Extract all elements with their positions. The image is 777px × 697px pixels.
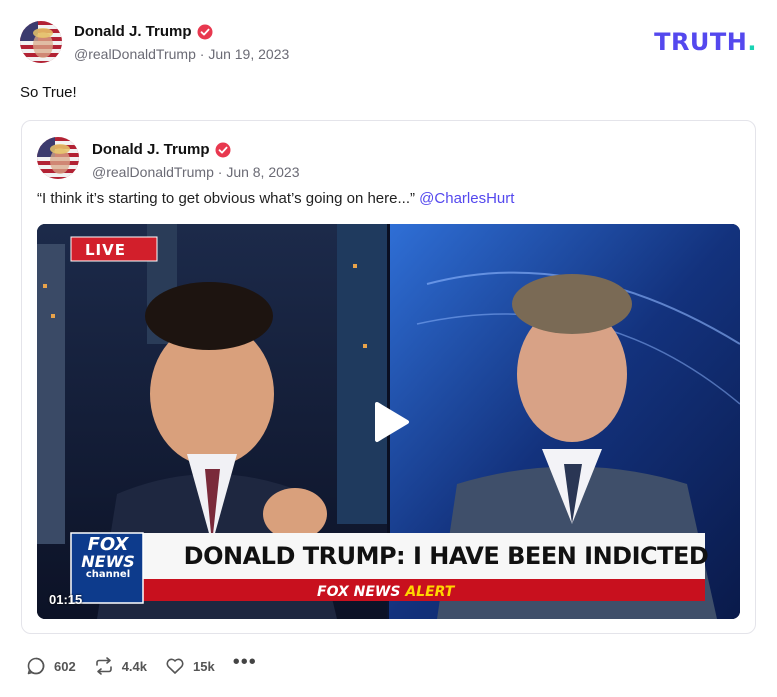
author-name[interactable]: Donald J. Trump <box>74 23 192 40</box>
reply-count: 602 <box>54 658 76 674</box>
alert-word: ALERT <box>405 584 455 600</box>
author-handle[interactable]: @realDonaldTrump <box>74 46 196 62</box>
flag-avatar-icon <box>37 137 79 179</box>
quoted-author-handle[interactable]: @realDonaldTrump <box>92 164 214 180</box>
post-header: Donald J. Trump @realDonaldTrump · Jun 1… <box>20 20 760 66</box>
truth-logo[interactable]: TRUTH. <box>654 28 757 56</box>
verified-badge-icon <box>215 142 231 157</box>
post-meta: @realDonaldTrump · Jun 19, 2023 <box>74 46 289 62</box>
video-alert-bar: FOX NEWS ALERT <box>317 584 454 600</box>
network-logo-line-2: NEWS <box>81 552 135 571</box>
meta-separator: · <box>195 46 209 62</box>
post-actions: 602 4.4k 15k ••• <box>26 652 275 678</box>
truth-post: Donald J. Trump @realDonaldTrump · Jun 1… <box>0 0 777 697</box>
live-badge: LIVE <box>85 241 126 259</box>
more-icon: ••• <box>232 651 257 673</box>
quoted-post-date[interactable]: Jun 8, 2023 <box>226 164 299 180</box>
video-duration: 01:15 <box>49 592 83 607</box>
post-text: So True! <box>20 84 77 101</box>
meta-separator: · <box>213 164 227 180</box>
play-icon[interactable] <box>371 400 411 444</box>
retruth-count: 4.4k <box>121 658 148 674</box>
quoted-post-header: Donald J. Trump @realDonaldTrump · Jun 8… <box>37 137 737 183</box>
quoted-post-text: “I think it’s starting to get obvious wh… <box>37 190 514 207</box>
reply-button[interactable]: 602 <box>26 656 76 676</box>
reply-icon <box>27 657 45 675</box>
quoted-text-body: “I think it’s starting to get obvious wh… <box>37 190 415 207</box>
retruth-icon <box>95 657 112 675</box>
alert-prefix: FOX NEWS <box>317 584 401 600</box>
quoted-author-name[interactable]: Donald J. Trump <box>92 141 210 158</box>
flag-avatar-icon <box>20 21 62 63</box>
author-avatar[interactable] <box>20 21 62 63</box>
like-button[interactable]: 15k <box>165 656 215 676</box>
video-headline: DONALD TRUMP: I HAVE BEEN INDICTED <box>183 542 709 570</box>
retruth-button[interactable]: 4.4k <box>94 656 147 676</box>
post-date[interactable]: Jun 19, 2023 <box>208 46 289 62</box>
video-player[interactable]: LIVE FOX NEWS channel DONALD TRUMP: I HA… <box>37 224 740 619</box>
like-count: 15k <box>193 658 215 674</box>
logo-dot: . <box>747 28 757 56</box>
verified-badge-icon <box>197 24 213 39</box>
network-logo: FOX NEWS channel <box>75 536 141 580</box>
quoted-post-meta: @realDonaldTrump · Jun 8, 2023 <box>92 164 299 180</box>
logo-text: TRUTH <box>654 28 748 56</box>
quoted-post-card[interactable]: Donald J. Trump @realDonaldTrump · Jun 8… <box>21 120 756 634</box>
heart-icon <box>166 658 184 674</box>
quoted-author-avatar[interactable] <box>37 137 79 179</box>
more-options-button[interactable]: ••• <box>233 652 257 672</box>
network-logo-line-3: channel <box>85 569 131 580</box>
mention-link[interactable]: @CharlesHurt <box>419 190 514 207</box>
